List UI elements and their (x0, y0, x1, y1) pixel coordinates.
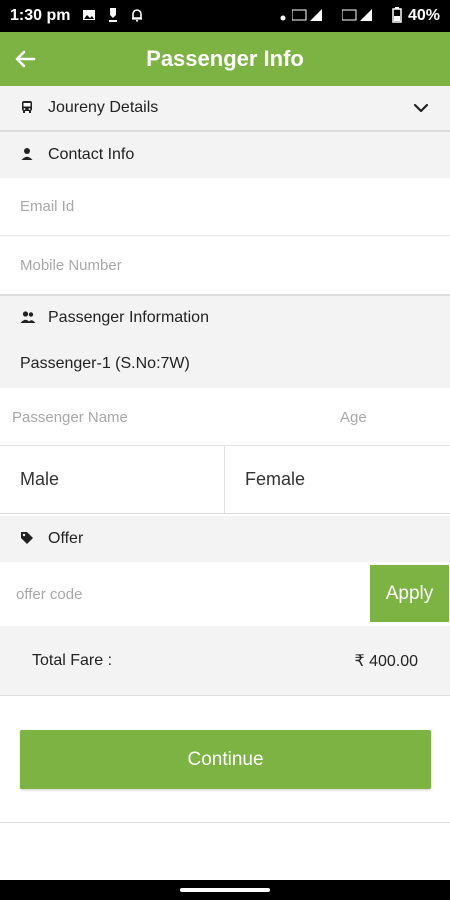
status-bar: 1:30 pm 40% (0, 0, 450, 32)
volte-signal-icon-2 (341, 7, 386, 26)
offer-code-input[interactable]: offer code (0, 564, 370, 624)
notification-bell-icon (130, 8, 144, 25)
gender-male-label: Male (20, 469, 60, 489)
offer-code-placeholder: offer code (16, 585, 83, 603)
email-field[interactable]: Email Id (0, 178, 450, 236)
home-gesture-handle[interactable] (180, 888, 270, 892)
total-fare-label: Total Fare : (32, 651, 113, 669)
mirror-icon (106, 7, 120, 26)
gender-female-label: Female (245, 469, 306, 489)
journey-details-header[interactable]: Joureny Details (0, 86, 450, 130)
app-bar: Passenger Info (0, 32, 450, 86)
chevron-down-icon[interactable] (412, 99, 430, 122)
person-icon (20, 147, 36, 163)
passenger-name-placeholder: Passenger Name (12, 409, 128, 426)
age-placeholder: Age (340, 409, 367, 426)
bus-icon (20, 100, 36, 116)
status-time: 1:30 pm (10, 7, 71, 24)
offer-label: Offer (48, 530, 84, 547)
dot-icon (280, 9, 286, 24)
passenger-information-label: Passenger Information (48, 309, 209, 326)
system-nav-bar (0, 880, 450, 900)
gender-option-male[interactable]: Male (0, 446, 225, 514)
passenger-information-header: Passenger Information (0, 296, 450, 340)
page-title: Passenger Info (146, 46, 304, 71)
divider (0, 822, 450, 823)
age-field[interactable]: Age (330, 390, 450, 446)
apply-button[interactable]: Apply (370, 565, 449, 622)
battery-icon (392, 6, 402, 26)
image-icon (82, 8, 96, 25)
continue-button[interactable]: Continue (20, 730, 431, 789)
people-icon (20, 310, 36, 326)
back-arrow-icon (15, 50, 36, 68)
mobile-placeholder: Mobile Number (20, 256, 122, 274)
total-fare-amount: ₹ 400.00 (354, 652, 418, 670)
passenger-title-row: Passenger-1 (S.No:7W) (0, 340, 450, 388)
status-right-group: 40% (280, 6, 440, 26)
battery-percent: 40% (407, 7, 440, 24)
contact-info-header: Contact Info (0, 132, 450, 178)
contact-info-label: Contact Info (48, 146, 135, 163)
offer-header: Offer (0, 516, 450, 562)
mobile-number-field[interactable]: Mobile Number (0, 236, 450, 294)
journey-details-label: Joureny Details (48, 99, 159, 116)
total-fare-row: Total Fare : ₹ 400.00 (0, 626, 450, 696)
gender-option-female[interactable]: Female (225, 446, 450, 514)
passenger-title: Passenger-1 (S.No:7W) (20, 355, 190, 372)
back-button[interactable] (8, 42, 42, 76)
tag-icon (20, 531, 36, 547)
volte-signal-icon (291, 7, 336, 26)
email-placeholder: Email Id (20, 198, 75, 215)
